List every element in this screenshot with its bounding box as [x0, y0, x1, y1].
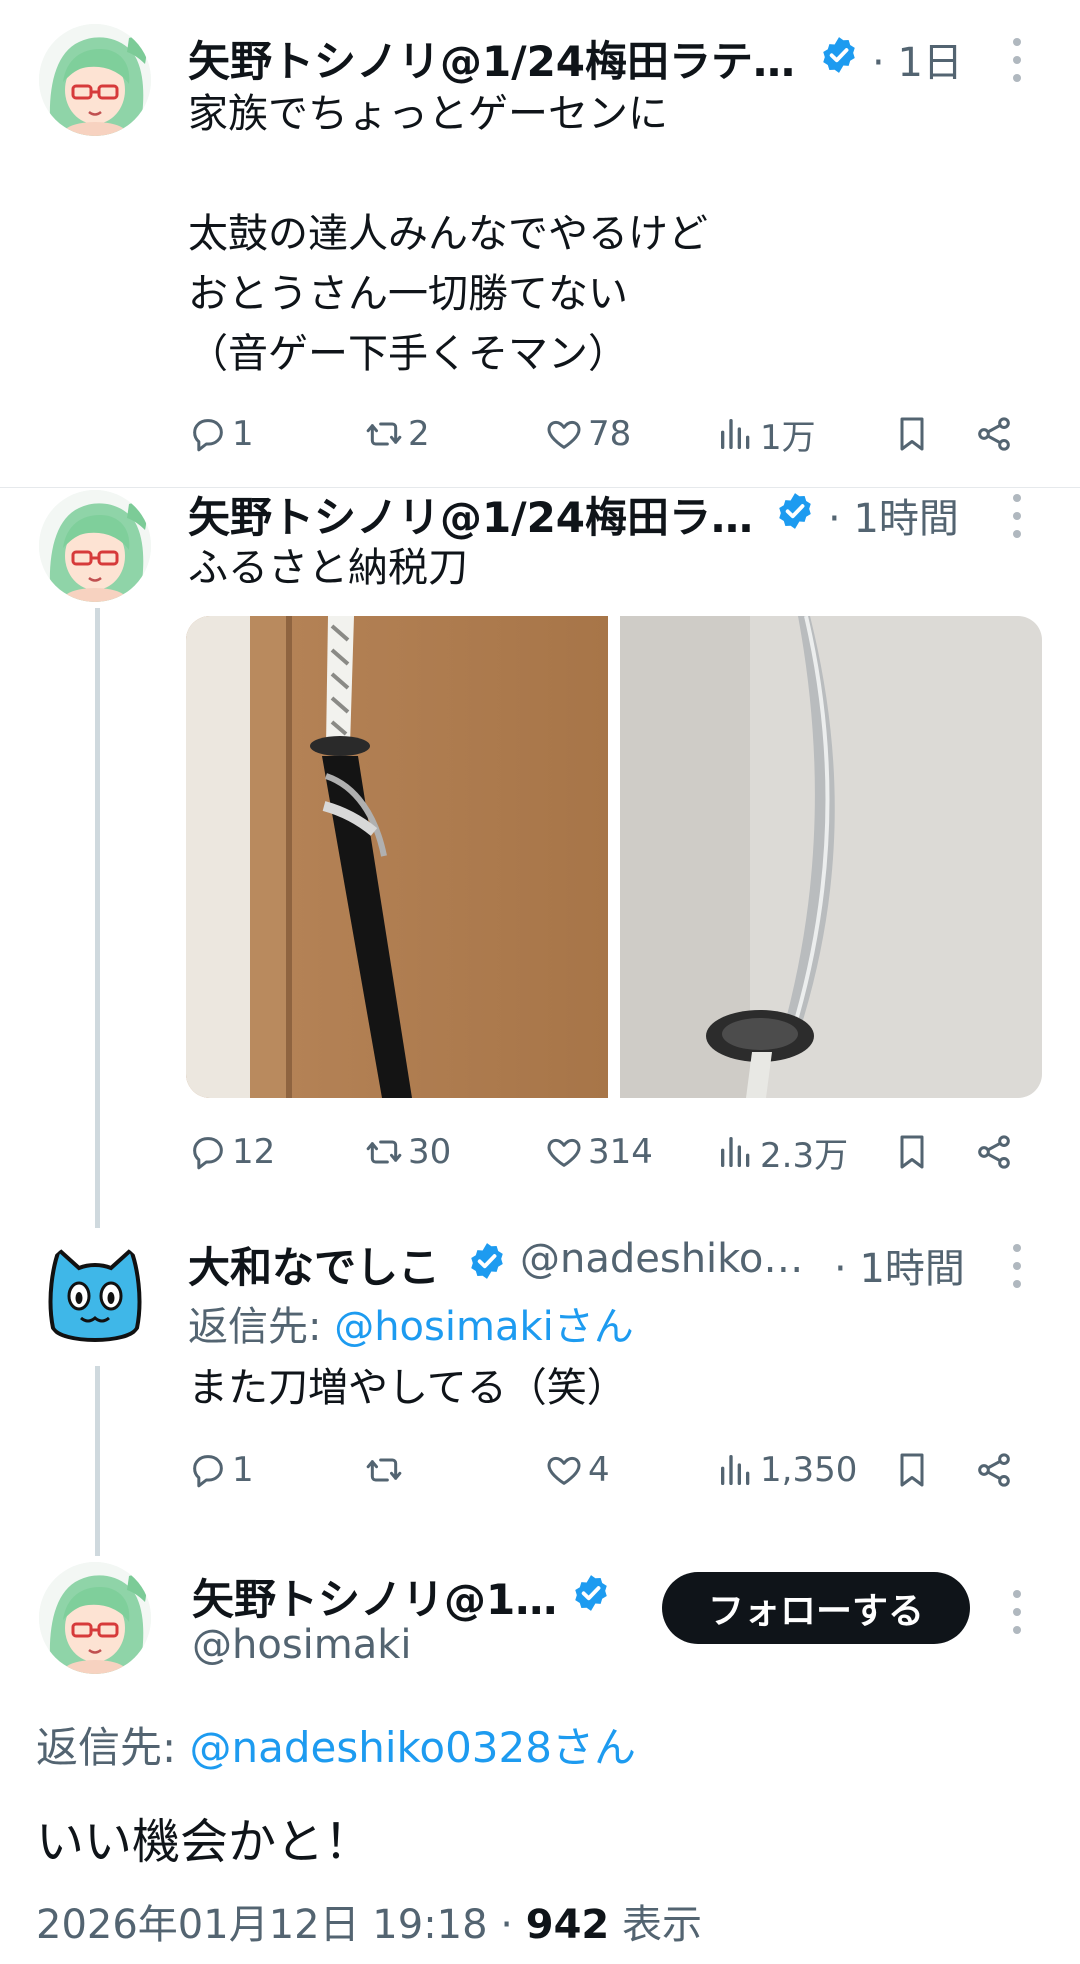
- retweet-button[interactable]: 2: [364, 414, 544, 454]
- reply-button[interactable]: 1: [188, 1450, 364, 1490]
- verified-icon: [818, 34, 860, 76]
- bookmark-button[interactable]: [892, 1132, 974, 1172]
- retweet-icon: [364, 1132, 404, 1172]
- sword-blade-image: [620, 616, 1042, 1098]
- reply-count: 12: [232, 1132, 276, 1172]
- reply-to-link[interactable]: @hosimakiさん: [334, 1304, 634, 1350]
- views-icon: [716, 414, 756, 454]
- avatar-image: [39, 1238, 151, 1350]
- timestamp[interactable]: 2026年01月12日 19:18 ·: [36, 1902, 526, 1948]
- action-bar: 12 30 314 2.3万: [188, 1122, 1028, 1182]
- more-icon[interactable]: [1013, 1590, 1025, 1644]
- more-icon[interactable]: [1013, 1244, 1025, 1298]
- reply-button[interactable]: 12: [188, 1132, 364, 1172]
- tweet-meta: 2026年01月12日 19:18 · 942 表示: [36, 1892, 702, 1950]
- like-count: 78: [588, 414, 632, 454]
- time-label: 1時間: [853, 496, 959, 542]
- share-icon: [974, 1132, 1014, 1172]
- like-count: 4: [588, 1450, 610, 1490]
- avatar[interactable]: [39, 24, 151, 136]
- views-count: 1,350: [760, 1450, 858, 1490]
- reply-icon: [188, 1132, 228, 1172]
- views-icon: [716, 1450, 756, 1490]
- author-name[interactable]: 矢野トシノリ@1/24梅田ラテ…: [188, 28, 810, 89]
- reply-to: 返信先: @hosimakiさん: [188, 1294, 634, 1352]
- bookmark-button[interactable]: [892, 1450, 974, 1490]
- avatar[interactable]: [39, 1562, 151, 1674]
- reply-to-link[interactable]: @nadeshiko0328さん: [190, 1723, 636, 1772]
- verified-icon: [774, 490, 816, 532]
- views-count: 1万: [760, 417, 816, 458]
- reply-to-label: 返信先:: [188, 1304, 335, 1350]
- avatar-image: [39, 24, 151, 136]
- like-icon: [544, 414, 584, 454]
- author-name[interactable]: 矢野トシノリ@1/24梅田ラ…: [188, 484, 768, 545]
- reply-count: 1: [232, 1450, 254, 1490]
- reply-button[interactable]: 1: [188, 414, 364, 454]
- tweet-text: ふるさと納税刀: [188, 545, 468, 591]
- action-bar: 1 4 1,350: [188, 1440, 1028, 1500]
- share-icon: [974, 414, 1014, 454]
- thread-line: [95, 1366, 100, 1556]
- bookmark-icon: [892, 1132, 932, 1172]
- like-icon: [544, 1450, 584, 1490]
- reply-count: 1: [232, 414, 254, 454]
- tweet-time[interactable]: · 1日: [872, 30, 963, 88]
- avatar-image: [39, 490, 151, 602]
- tweet-text: いい機会かと！: [36, 1814, 373, 1870]
- view-count: 942: [525, 1902, 610, 1948]
- tweet-time[interactable]: · 1時間: [834, 1236, 965, 1294]
- author-name[interactable]: 大和なでしこ: [188, 1234, 458, 1295]
- author-handle[interactable]: @hosimaki: [192, 1622, 412, 1668]
- like-button[interactable]: 4: [544, 1450, 716, 1490]
- reply-to: 返信先: @nadeshiko0328さん: [36, 1714, 636, 1775]
- time-label: 1時間: [859, 1246, 965, 1292]
- bookmark-button[interactable]: [892, 414, 974, 454]
- retweet-count: 2: [408, 414, 430, 454]
- retweet-button[interactable]: [364, 1450, 544, 1490]
- retweet-icon: [364, 414, 404, 454]
- time-label: 1日: [897, 40, 963, 86]
- media-photo-sword-sheathed[interactable]: [186, 616, 608, 1098]
- avatar[interactable]: [39, 1238, 151, 1350]
- avatar[interactable]: [39, 490, 151, 602]
- views-button[interactable]: 2.3万: [716, 1128, 892, 1177]
- share-button[interactable]: [974, 414, 1018, 454]
- view-label: 表示: [609, 1902, 702, 1948]
- verified-icon: [466, 1240, 508, 1282]
- author-handle[interactable]: @nadeshiko…: [520, 1236, 820, 1282]
- share-button[interactable]: [974, 1450, 1018, 1490]
- follow-button[interactable]: フォローする: [662, 1572, 970, 1644]
- views-button[interactable]: 1,350: [716, 1450, 892, 1490]
- retweet-count: 30: [408, 1132, 452, 1172]
- like-count: 314: [588, 1132, 653, 1172]
- like-icon: [544, 1132, 584, 1172]
- retweet-button[interactable]: 30: [364, 1132, 544, 1172]
- action-bar: 1 2 78 1万: [188, 404, 1028, 464]
- author-name[interactable]: 矢野トシノリ@1…: [192, 1566, 562, 1627]
- sword-sheathed-image: [186, 616, 608, 1098]
- reply-icon: [188, 414, 228, 454]
- thread-line: [95, 608, 100, 1228]
- reply-to-label: 返信先:: [36, 1723, 190, 1772]
- share-icon: [974, 1450, 1014, 1490]
- retweet-icon: [364, 1450, 404, 1490]
- like-button[interactable]: 78: [544, 414, 716, 454]
- bookmark-icon: [892, 414, 932, 454]
- tweet-text: 家族でちょっとゲーセンに 太鼓の達人みんなでやるけど おとうさん一切勝てない （…: [188, 91, 708, 377]
- tweet-text: また刀増やしてる（笑）: [188, 1365, 627, 1411]
- views-icon: [716, 1132, 756, 1172]
- avatar-image: [39, 1562, 151, 1674]
- views-button[interactable]: 1万: [716, 410, 892, 459]
- media-photo-sword-blade[interactable]: [620, 616, 1042, 1098]
- media-grid: [186, 616, 1042, 1098]
- reply-icon: [188, 1450, 228, 1490]
- like-button[interactable]: 314: [544, 1132, 716, 1172]
- bookmark-icon: [892, 1450, 932, 1490]
- tweet-time[interactable]: · 1時間: [828, 486, 959, 544]
- verified-icon: [570, 1572, 612, 1614]
- views-count: 2.3万: [760, 1135, 849, 1176]
- share-button[interactable]: [974, 1132, 1018, 1172]
